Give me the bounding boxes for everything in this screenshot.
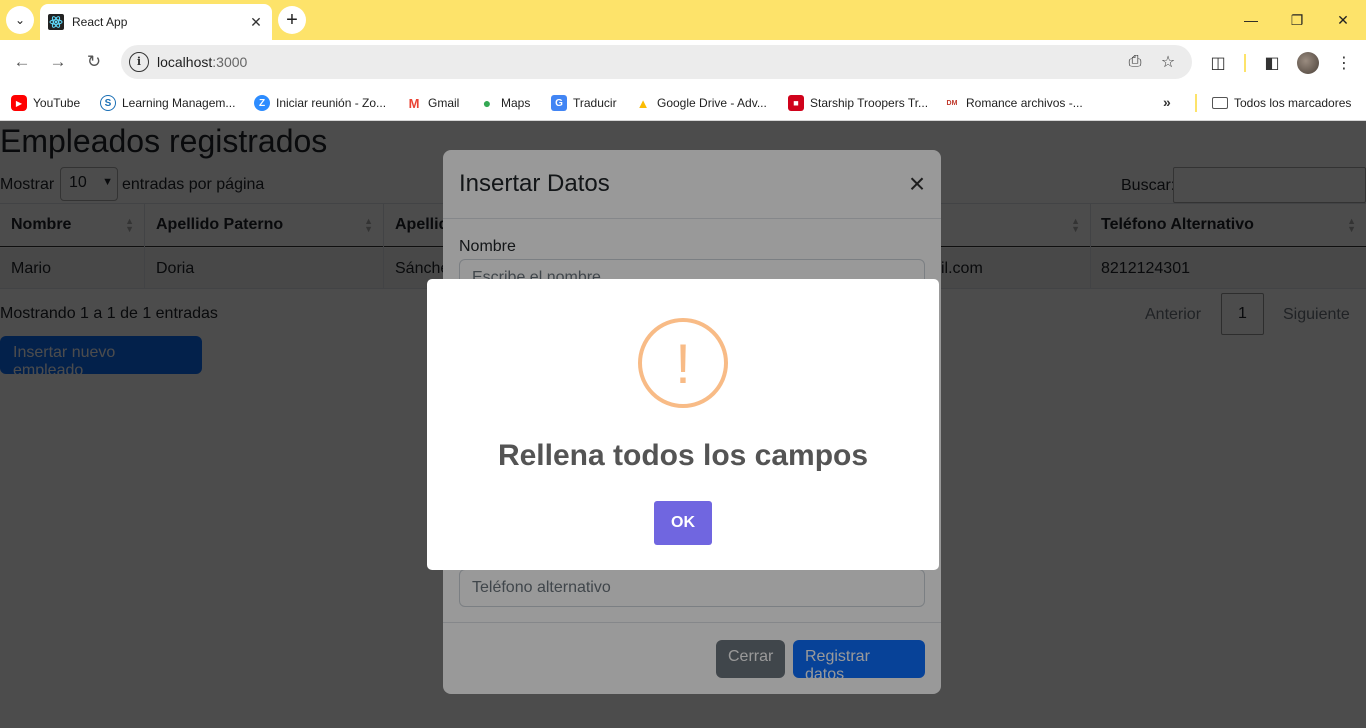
bookmark-romance[interactable]: DM Romance archivos -... bbox=[944, 91, 1083, 115]
close-window-button[interactable]: ✕ bbox=[1320, 0, 1366, 40]
bookmark-star-icon[interactable]: ☆ bbox=[1158, 52, 1178, 72]
browser-tabstrip: ⌄ React App ✕ + — ❐ ✕ bbox=[0, 0, 1366, 40]
bookmark-zoom[interactable]: Z Iniciar reunión - Zo... bbox=[254, 91, 386, 115]
extensions-icon[interactable]: ◫ bbox=[1206, 51, 1230, 75]
browser-menu-icon[interactable]: ⋮ bbox=[1332, 51, 1356, 75]
youtube-icon: ▶ bbox=[11, 95, 27, 111]
bookmark-starship-troopers[interactable]: ■ Starship Troopers Tr... bbox=[788, 91, 928, 115]
ok-button[interactable]: OK bbox=[654, 501, 712, 545]
bookmark-learning-management[interactable]: S Learning Managem... bbox=[100, 91, 235, 115]
all-bookmarks-folder[interactable]: Todos los marcadores bbox=[1212, 91, 1351, 115]
browser-toolbar: ← → ↻ i localhost:3000 ⎙ ☆ ◫ ◧ ⋮ bbox=[0, 40, 1366, 86]
translate-icon: G bbox=[551, 95, 567, 111]
bookmark-maps[interactable]: ● Maps bbox=[479, 91, 530, 115]
tab-search-chevron-icon[interactable]: ⌄ bbox=[6, 6, 34, 34]
folder-icon bbox=[1212, 97, 1228, 109]
site-icon: DM bbox=[944, 95, 960, 111]
tab-title: React App bbox=[72, 15, 128, 29]
zoom-icon: Z bbox=[254, 95, 270, 111]
back-button[interactable]: ← bbox=[8, 48, 36, 76]
bookmarks-bar: ▶ YouTube S Learning Managem... Z Iniciar r… bbox=[0, 86, 1366, 121]
warning-icon: ! bbox=[638, 318, 728, 408]
gmail-icon: M bbox=[406, 95, 422, 111]
react-icon bbox=[48, 14, 64, 30]
address-bar[interactable]: i localhost:3000 ⎙ ☆ bbox=[121, 45, 1192, 79]
toolbar-divider bbox=[1244, 54, 1246, 72]
maps-icon: ● bbox=[479, 95, 495, 111]
drive-icon: ▲ bbox=[635, 95, 651, 111]
bookmark-translate[interactable]: G Traducir bbox=[551, 91, 617, 115]
forward-button[interactable]: → bbox=[44, 48, 72, 76]
more-bookmarks-icon[interactable]: » bbox=[1163, 94, 1171, 110]
side-panel-icon[interactable]: ◧ bbox=[1260, 51, 1284, 75]
install-app-icon[interactable]: ⎙ bbox=[1125, 52, 1145, 72]
schoology-icon: S bbox=[100, 95, 116, 111]
alert-title: Rellena todos los campos bbox=[497, 439, 869, 472]
reload-button[interactable]: ↻ bbox=[80, 48, 108, 76]
bookmarks-divider bbox=[1195, 94, 1197, 112]
minimize-window-button[interactable]: — bbox=[1228, 0, 1274, 40]
bookmark-gmail[interactable]: M Gmail bbox=[406, 91, 459, 115]
alert-dialog: ! Rellena todos los campos OK bbox=[427, 279, 939, 570]
profile-avatar[interactable] bbox=[1297, 52, 1319, 74]
address-url[interactable]: localhost:3000 bbox=[157, 54, 247, 70]
clapperboard-icon: ■ bbox=[788, 95, 804, 111]
bookmark-google-drive[interactable]: ▲ Google Drive - Adv... bbox=[635, 91, 767, 115]
tab-close-icon[interactable]: ✕ bbox=[248, 14, 264, 30]
site-info-icon[interactable]: i bbox=[129, 52, 149, 72]
new-tab-button[interactable]: + bbox=[278, 6, 306, 34]
browser-tab[interactable]: React App ✕ bbox=[40, 4, 272, 40]
bookmark-youtube[interactable]: ▶ YouTube bbox=[11, 91, 80, 115]
restore-window-button[interactable]: ❐ bbox=[1274, 0, 1320, 40]
